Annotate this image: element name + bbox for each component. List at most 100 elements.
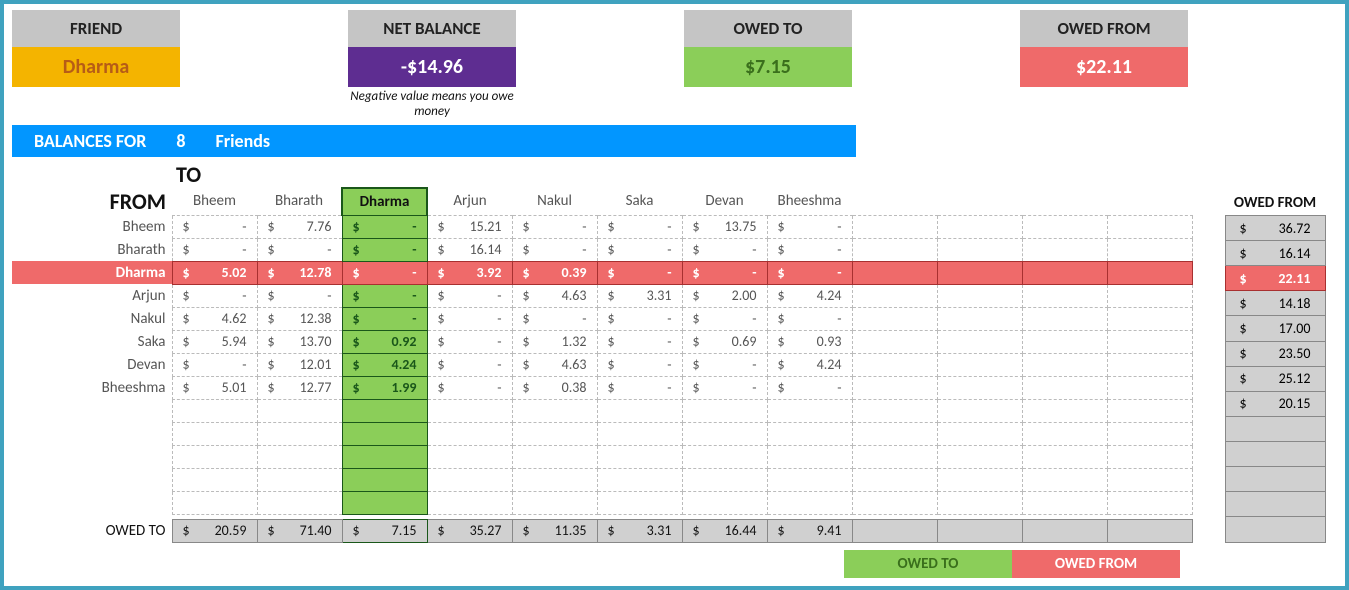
owedfrom-side-table[interactable]: OWED FROM$36.72$16.14$22.11$14.18$17.00$… xyxy=(1225,161,1326,543)
cell[interactable] xyxy=(852,519,937,542)
cell[interactable]: $5.94 xyxy=(172,330,257,353)
row-header[interactable]: Dharma xyxy=(12,261,172,284)
cell[interactable] xyxy=(852,353,937,376)
cell[interactable]: $0.39 xyxy=(512,261,597,284)
cell[interactable] xyxy=(172,468,257,491)
cell[interactable]: $- xyxy=(172,215,257,238)
cell[interactable] xyxy=(1022,422,1107,445)
cell[interactable] xyxy=(937,330,1022,353)
cell[interactable] xyxy=(1022,353,1107,376)
cell[interactable]: $- xyxy=(597,307,682,330)
cell[interactable]: $12.77 xyxy=(257,376,342,399)
cell[interactable] xyxy=(342,468,427,491)
friend-card-value[interactable]: Dharma xyxy=(12,47,180,87)
cell[interactable] xyxy=(342,491,427,514)
cell[interactable]: $4.63 xyxy=(512,353,597,376)
cell[interactable] xyxy=(852,261,937,284)
cell[interactable] xyxy=(1107,445,1192,468)
cell[interactable] xyxy=(1022,376,1107,399)
side-cell[interactable] xyxy=(1225,441,1325,466)
cell[interactable] xyxy=(257,422,342,445)
col-header[interactable]: Devan xyxy=(682,188,767,215)
cell[interactable]: $3.31 xyxy=(597,284,682,307)
cell[interactable] xyxy=(597,468,682,491)
cell[interactable] xyxy=(767,399,852,422)
cell[interactable] xyxy=(1022,445,1107,468)
cell[interactable] xyxy=(1107,376,1192,399)
cell[interactable] xyxy=(257,468,342,491)
cell[interactable] xyxy=(427,491,512,514)
cell[interactable] xyxy=(1022,491,1107,514)
cell[interactable] xyxy=(852,284,937,307)
side-cell[interactable]: $25.12 xyxy=(1225,366,1325,391)
col-header[interactable]: Bheeshma xyxy=(767,188,852,215)
side-cell[interactable] xyxy=(1225,467,1325,492)
cell[interactable]: $- xyxy=(257,238,342,261)
col-header[interactable]: Arjun xyxy=(427,188,512,215)
cell[interactable]: $5.02 xyxy=(172,261,257,284)
cell[interactable] xyxy=(682,422,767,445)
cell[interactable]: $- xyxy=(172,238,257,261)
cell[interactable]: $12.78 xyxy=(257,261,342,284)
cell[interactable] xyxy=(767,422,852,445)
cell[interactable] xyxy=(427,445,512,468)
cell[interactable]: $13.70 xyxy=(257,330,342,353)
cell[interactable] xyxy=(1022,215,1107,238)
cell[interactable]: $4.62 xyxy=(172,307,257,330)
cell[interactable] xyxy=(1022,330,1107,353)
cell[interactable] xyxy=(172,399,257,422)
cell[interactable] xyxy=(1107,330,1192,353)
cell[interactable] xyxy=(512,491,597,514)
cell[interactable] xyxy=(1107,422,1192,445)
row-header[interactable]: Bheem xyxy=(12,215,172,238)
col-header[interactable] xyxy=(937,188,1022,215)
cell[interactable]: $11.35 xyxy=(512,519,597,542)
cell[interactable] xyxy=(852,330,937,353)
cell[interactable] xyxy=(1022,284,1107,307)
cell[interactable]: $- xyxy=(682,238,767,261)
cell[interactable] xyxy=(937,399,1022,422)
cell[interactable]: $4.24 xyxy=(767,284,852,307)
row-header[interactable] xyxy=(12,399,172,422)
cell[interactable] xyxy=(512,468,597,491)
cell[interactable] xyxy=(1107,215,1192,238)
cell[interactable]: $- xyxy=(172,353,257,376)
cell[interactable]: $7.76 xyxy=(257,215,342,238)
cell[interactable]: $16.14 xyxy=(427,238,512,261)
cell[interactable] xyxy=(767,468,852,491)
cell[interactable] xyxy=(1022,307,1107,330)
cell[interactable] xyxy=(682,399,767,422)
cell[interactable] xyxy=(1107,491,1192,514)
cell[interactable]: $7.15 xyxy=(342,519,427,542)
cell[interactable]: $- xyxy=(342,307,427,330)
cell[interactable]: $- xyxy=(767,215,852,238)
cell[interactable]: $- xyxy=(342,261,427,284)
cell[interactable] xyxy=(852,445,937,468)
cell[interactable]: $- xyxy=(427,307,512,330)
cell[interactable] xyxy=(1107,353,1192,376)
cell[interactable] xyxy=(1107,238,1192,261)
balances-table[interactable]: TOFROMBheemBharathDharmaArjunNakulSakaDe… xyxy=(12,161,1193,515)
cell[interactable]: $1.32 xyxy=(512,330,597,353)
cell[interactable]: $- xyxy=(427,353,512,376)
cell[interactable] xyxy=(1107,468,1192,491)
cell[interactable] xyxy=(852,468,937,491)
row-header[interactable] xyxy=(12,445,172,468)
cell[interactable]: $35.27 xyxy=(427,519,512,542)
cell[interactable]: $15.21 xyxy=(427,215,512,238)
cell[interactable] xyxy=(767,491,852,514)
cell[interactable]: $- xyxy=(682,353,767,376)
cell[interactable]: $- xyxy=(682,376,767,399)
col-header[interactable] xyxy=(1022,188,1107,215)
col-header[interactable] xyxy=(852,188,937,215)
cell[interactable] xyxy=(937,376,1022,399)
cell[interactable] xyxy=(512,399,597,422)
col-header[interactable]: Dharma xyxy=(342,188,427,215)
cell[interactable] xyxy=(1022,519,1107,542)
cell[interactable] xyxy=(512,445,597,468)
cell[interactable]: $9.41 xyxy=(767,519,852,542)
cell[interactable] xyxy=(257,491,342,514)
cell[interactable]: $3.92 xyxy=(427,261,512,284)
cell[interactable]: $- xyxy=(427,376,512,399)
cell[interactable]: $- xyxy=(512,238,597,261)
